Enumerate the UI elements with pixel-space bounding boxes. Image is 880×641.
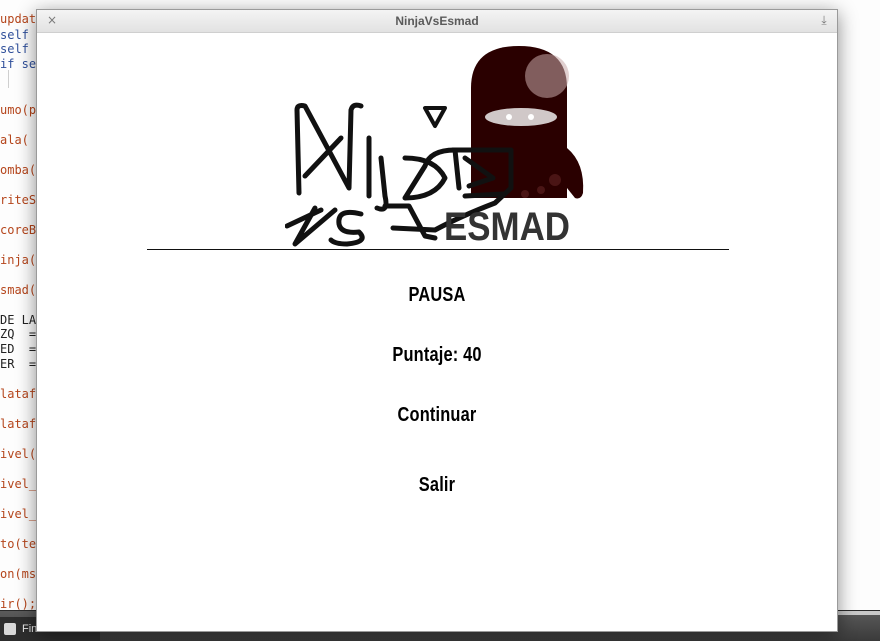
code-line: updat [0, 12, 37, 26]
esmad-text: ESMAD [444, 205, 570, 249]
exit-button[interactable]: Salir [109, 474, 765, 497]
minimize-icon[interactable]: ⤓ [817, 13, 831, 27]
indent-guide [8, 70, 9, 88]
code-line: self [0, 42, 29, 56]
vs-text: VS [285, 38, 287, 39]
header-divider [147, 249, 729, 250]
taskbar-item-label: Fin [22, 623, 38, 635]
code-line: ir(); [0, 597, 37, 611]
pause-screen: VS ESMAD PAUSA Puntaje: 40 Continuar Sal… [37, 32, 837, 632]
vs-lettering [285, 205, 365, 247]
code-line: ZQ = [0, 327, 37, 341]
code-line: ED = [0, 342, 37, 356]
ninja-logo: VS ESMAD [285, 38, 584, 249]
game-window: × NinjaVsEsmad ⤓ VS ESMAD PAUSA Puntaje:… [36, 9, 838, 632]
code-line: ER = [0, 357, 37, 371]
window-title: NinjaVsEsmad [395, 14, 479, 28]
code-line: smad( [0, 283, 37, 297]
score-display: Puntaje: 40 [392, 344, 482, 366]
code-line: omba( [0, 163, 37, 177]
code-line: if se [0, 57, 37, 71]
pause-title: PAUSA [408, 284, 466, 306]
continue-button[interactable]: Continuar [109, 404, 765, 427]
code-line: riteS [0, 193, 37, 207]
code-line: self [0, 28, 29, 42]
window-titlebar[interactable]: × NinjaVsEsmad ⤓ [37, 10, 837, 33]
app-icon [4, 623, 16, 635]
code-line: inja( [0, 253, 37, 267]
